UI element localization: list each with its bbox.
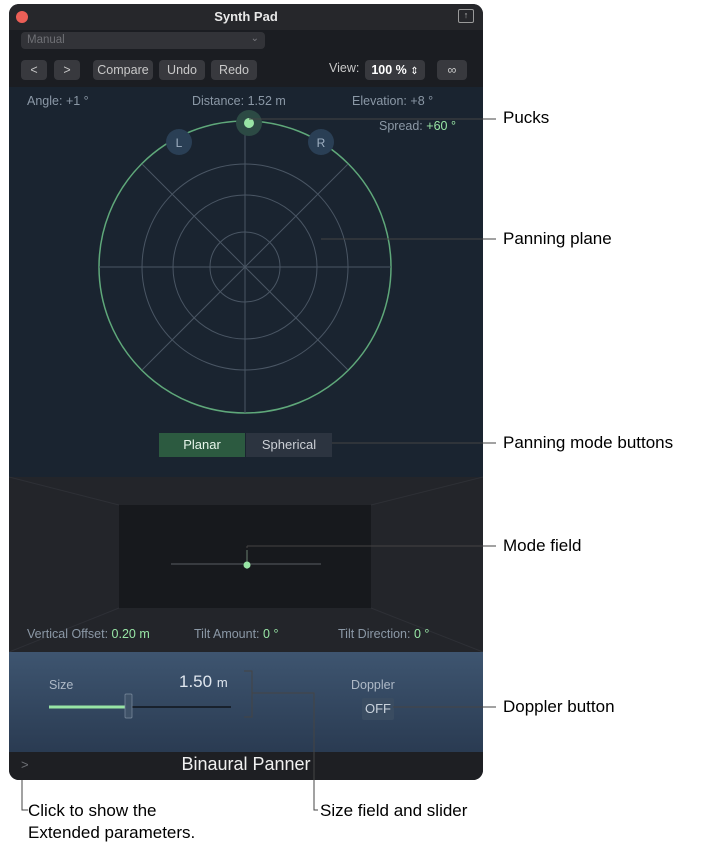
compare-button[interactable]: Compare — [93, 60, 153, 80]
preset-dropdown[interactable]: Manual ⌄ — [21, 32, 265, 49]
title-bar: Synth Pad ↑ — [9, 4, 483, 30]
spread-label: Spread: — [379, 119, 423, 133]
vertical-offset-display[interactable]: Vertical Offset: 0.20 m — [27, 627, 150, 641]
extended-annotation-line1: Click to show the — [28, 801, 157, 820]
elevation-label: Elevation: — [352, 94, 407, 108]
angle-value: +1 ° — [65, 94, 89, 108]
preset-value: Manual — [27, 34, 65, 46]
elevation-value: +8 ° — [410, 94, 434, 108]
panning-plane-annotation: Panning plane — [503, 229, 612, 248]
tilt-amount-value: 0 ° — [263, 627, 279, 641]
vertical-offset-label: Vertical Offset: — [27, 627, 109, 641]
plugin-window: Synth Pad ↑ Manual ⌄ < > Compare Undo Re… — [9, 4, 483, 780]
size-unit: m — [216, 675, 228, 690]
doppler-button[interactable]: OFF — [362, 698, 394, 720]
chevron-down-icon: ⌄ — [250, 33, 259, 44]
size-field[interactable]: 1.50 m — [179, 672, 228, 692]
next-preset-button[interactable]: > — [54, 60, 80, 80]
parameter-panel — [9, 652, 483, 752]
spherical-mode-button[interactable]: Spherical — [246, 433, 332, 457]
distance-label: Distance: — [192, 94, 245, 108]
angle-label: Angle: — [27, 94, 63, 108]
plugin-name: Binaural Panner — [181, 754, 311, 774]
angle-display: Angle: +1 ° — [27, 94, 89, 108]
view-zoom-value: 100 % — [371, 63, 407, 77]
view-label: View: — [329, 61, 360, 75]
elevation-display: Elevation: +8 ° — [352, 94, 433, 108]
panning-plane-area — [9, 87, 483, 477]
vertical-offset-value: 0.20 m — [111, 627, 150, 641]
distance-display: Distance: 1.52 m — [192, 94, 286, 108]
previous-preset-button[interactable]: < — [21, 60, 47, 80]
window-title: Synth Pad — [214, 9, 278, 24]
mode-field[interactable] — [119, 505, 371, 608]
mode-field-annotation: Mode field — [503, 536, 582, 555]
view-zoom-selector[interactable]: 100 % ⇕ — [365, 60, 425, 80]
size-value: 1.50 — [179, 672, 213, 691]
spread-display[interactable]: Spread: +60 ° — [379, 119, 456, 133]
spread-value: +60 ° — [426, 119, 456, 133]
tilt-direction-label: Tilt Direction: — [338, 627, 411, 641]
expand-window-icon[interactable]: ↑ — [458, 9, 474, 23]
size-field-annotation: Size field and slider — [320, 801, 468, 820]
plugin-footer: > Binaural Panner — [9, 752, 483, 780]
undo-button[interactable]: Undo — [159, 60, 205, 80]
planar-mode-button[interactable]: Planar — [159, 433, 245, 457]
extended-annotation-line2: Extended parameters. — [28, 823, 196, 842]
doppler-label: Doppler — [351, 678, 395, 692]
distance-value: 1.52 m — [247, 94, 286, 108]
size-label: Size — [49, 678, 74, 692]
tilt-amount-display[interactable]: Tilt Amount: 0 ° — [194, 627, 278, 641]
panning-mode-annotation: Panning mode buttons — [503, 433, 674, 452]
doppler-annotation: Doppler button — [503, 697, 615, 716]
tilt-direction-display[interactable]: Tilt Direction: 0 ° — [338, 627, 429, 641]
pucks-annotation: Pucks — [503, 108, 550, 127]
redo-button[interactable]: Redo — [211, 60, 257, 80]
link-button[interactable]: ∞ — [437, 60, 467, 80]
tilt-direction-value: 0 ° — [413, 627, 430, 641]
link-icon: ∞ — [447, 63, 457, 77]
tilt-amount-label: Tilt Amount: — [194, 627, 260, 641]
stepper-icon: ⇕ — [410, 66, 419, 77]
